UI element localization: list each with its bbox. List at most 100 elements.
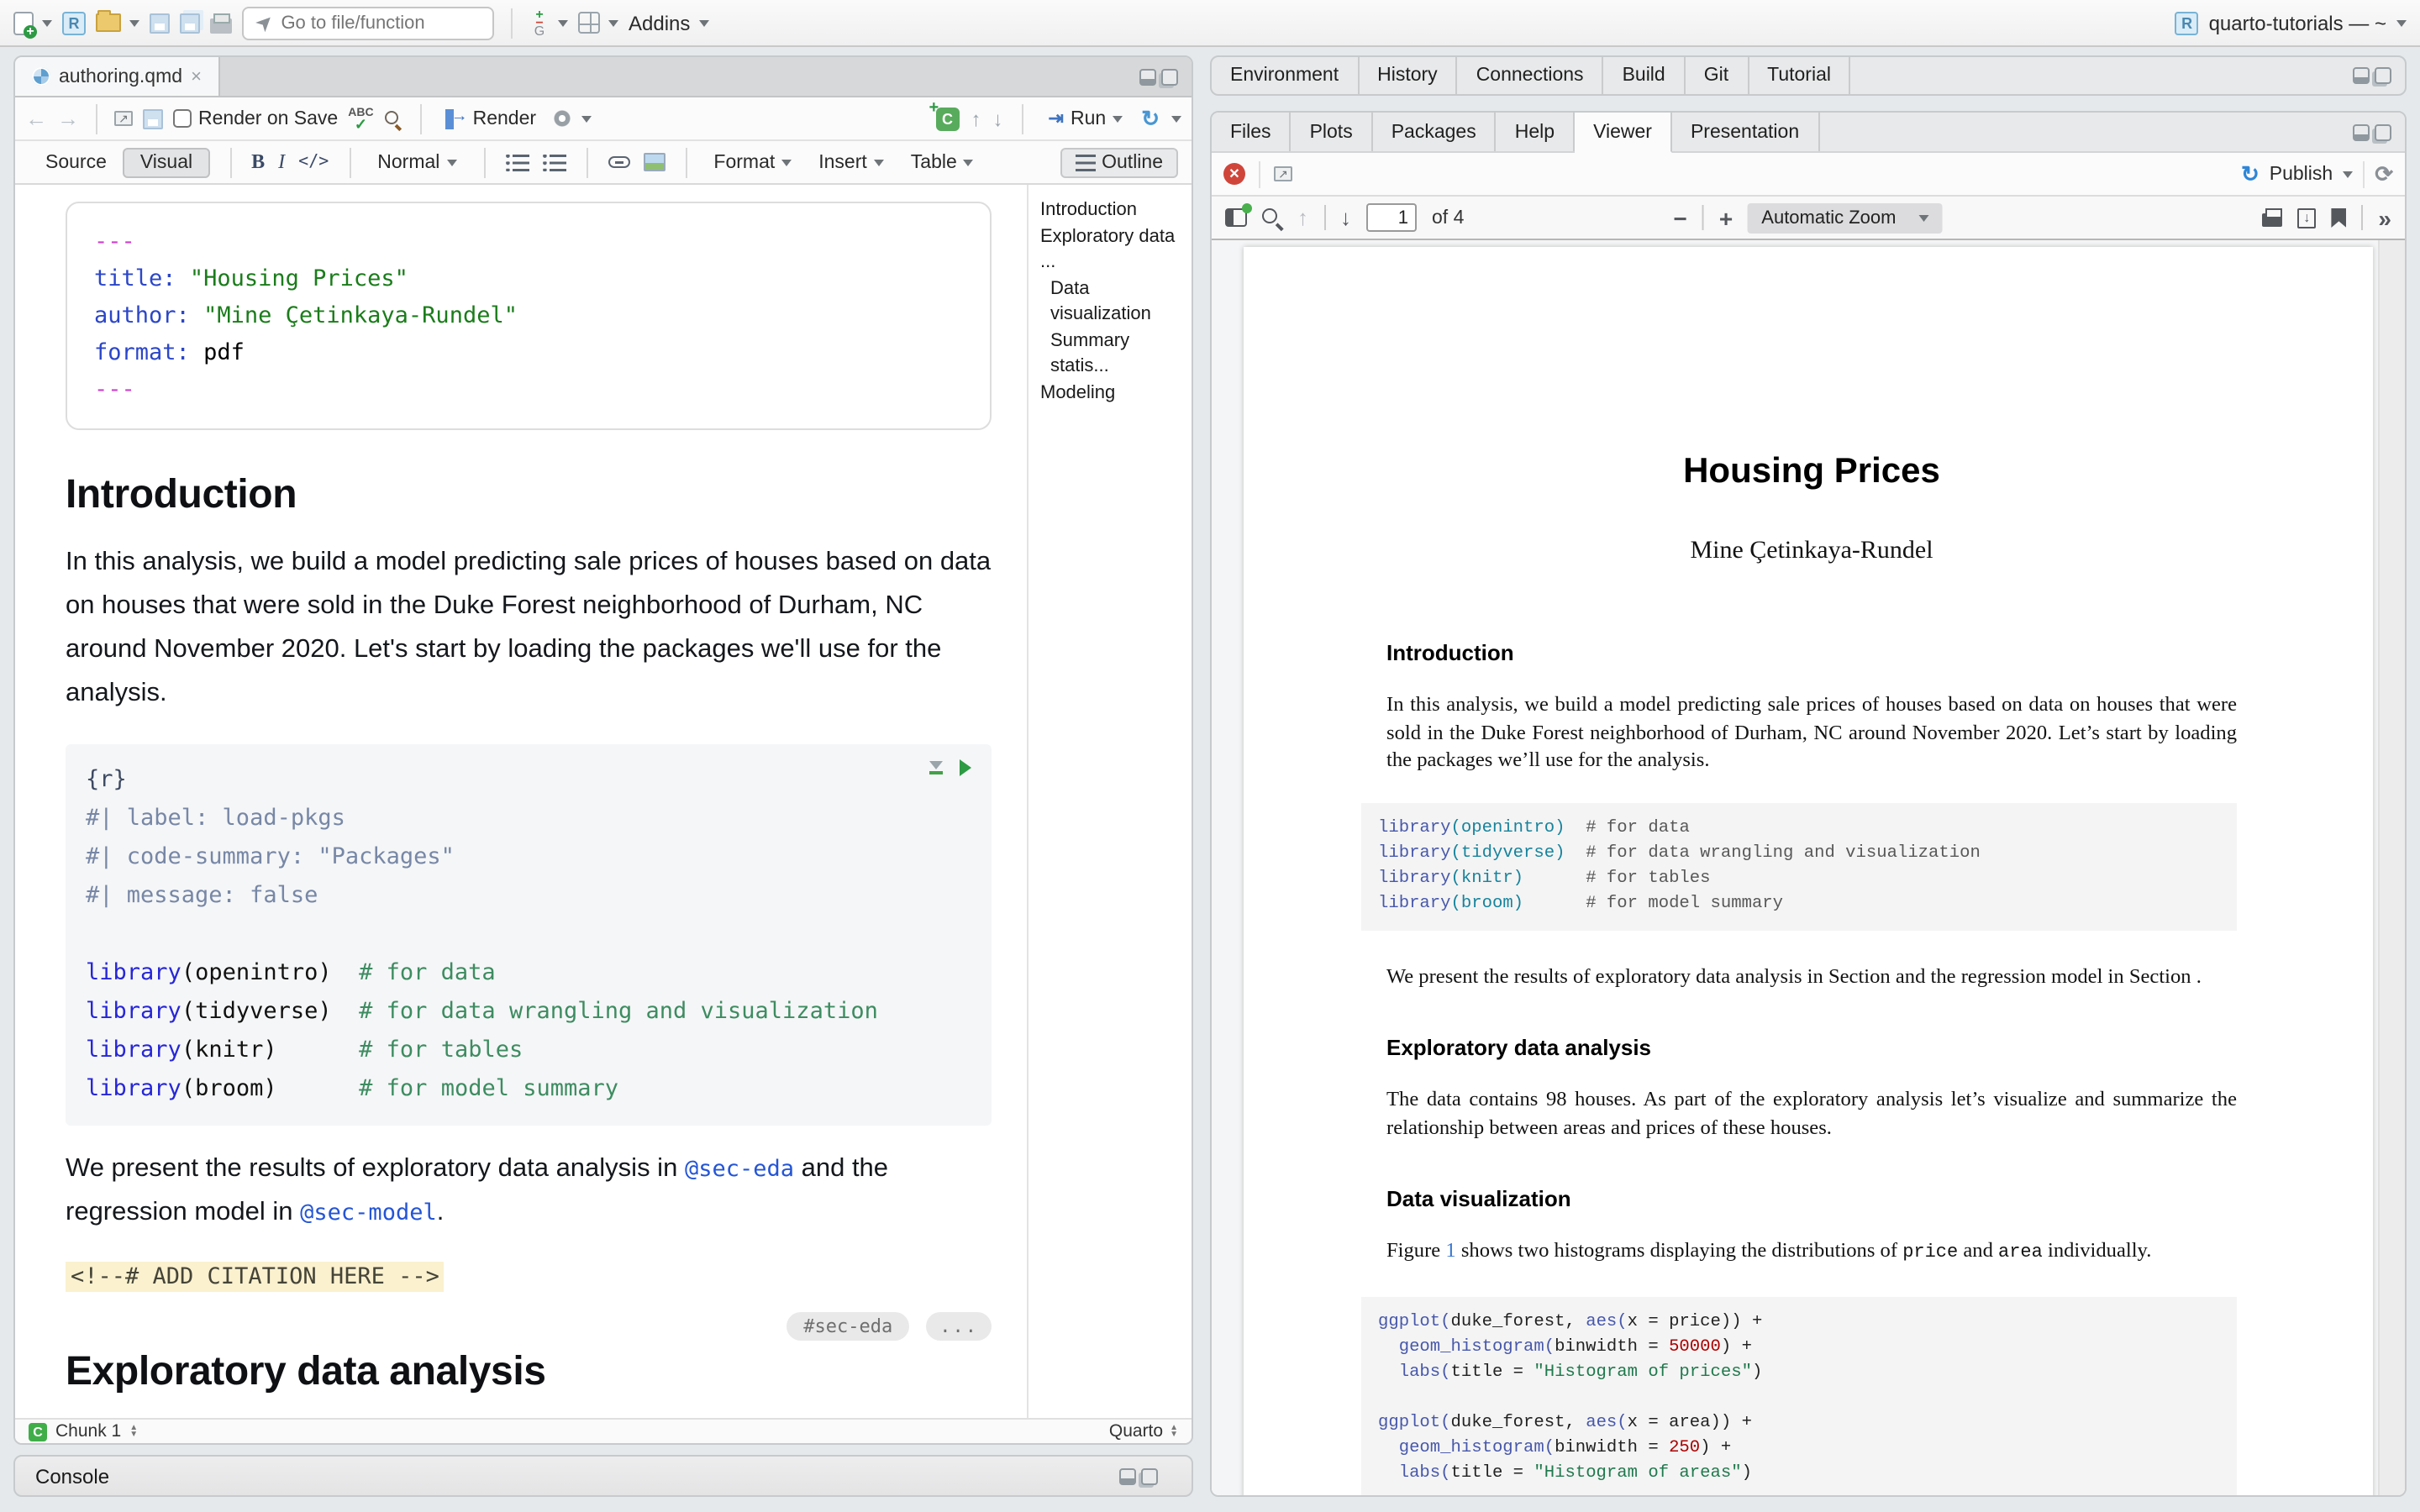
stop-icon[interactable]: ✕ <box>1223 163 1245 185</box>
chunk-position-label[interactable]: Chunk 1 <box>55 1421 121 1441</box>
tab-viewer[interactable]: Viewer <box>1575 113 1672 153</box>
outline-item-modeling[interactable]: Modeling <box>1040 381 1192 407</box>
tab-packages[interactable]: Packages <box>1373 113 1497 151</box>
rerun-icon[interactable]: ↻ <box>1141 105 1160 132</box>
back-button[interactable]: ← <box>25 106 47 131</box>
save-button[interactable] <box>150 13 170 33</box>
minimize-icon[interactable] <box>1119 1467 1136 1484</box>
tab-presentation[interactable]: Presentation <box>1672 113 1819 151</box>
sec-model-crossref[interactable]: @sec-model <box>300 1200 437 1226</box>
outline-toggle-button[interactable]: Outline <box>1060 147 1178 177</box>
pdf-sidebar-toggle[interactable] <box>1225 208 1247 227</box>
citation-comment[interactable]: <!--# ADD CITATION HERE --> <box>66 1262 445 1292</box>
pdf-tools-toggle[interactable]: » <box>2378 204 2391 231</box>
pdf-search-icon[interactable] <box>1262 207 1282 228</box>
pane-layout-button[interactable] <box>578 12 618 34</box>
chevron-down-icon[interactable] <box>581 115 592 122</box>
numbered-list-button[interactable] <box>542 154 566 171</box>
tab-build[interactable]: Build <box>1604 57 1686 94</box>
render-on-save-input[interactable] <box>173 109 192 128</box>
link-button[interactable] <box>608 156 629 168</box>
maximize-icon[interactable] <box>1161 68 1178 85</box>
maximize-icon[interactable] <box>2375 67 2391 84</box>
run-chunk-icon[interactable] <box>960 759 971 776</box>
insert-menu[interactable]: Insert <box>812 149 891 176</box>
outline-item-data-visualization[interactable]: Data visualization <box>1040 276 1192 328</box>
maximize-icon[interactable] <box>1141 1467 1158 1484</box>
tab-environment[interactable]: Environment <box>1212 57 1359 94</box>
format-nav-arrows[interactable]: ▲▼ <box>1170 1425 1178 1438</box>
insert-chunk-button[interactable]: C <box>936 107 960 130</box>
chevron-down-icon[interactable] <box>2343 171 2353 177</box>
sec-eda-crossref[interactable]: @sec-eda <box>685 1156 794 1183</box>
run-button[interactable]: ⇥Run <box>1042 104 1130 133</box>
pdf-viewer[interactable]: Housing Prices Mine Çetinkaya-Rundel Int… <box>1212 240 2405 1495</box>
tab-help[interactable]: Help <box>1497 113 1575 151</box>
addins-menu[interactable]: Addins <box>629 11 708 34</box>
find-replace-button[interactable] <box>384 108 404 129</box>
new-project-button[interactable]: R <box>62 11 86 34</box>
tab-files[interactable]: Files <box>1212 113 1292 151</box>
print-button[interactable] <box>210 13 232 33</box>
outline-item-introduction[interactable]: Introduction <box>1040 198 1192 224</box>
zoom-level-select[interactable]: Automatic Zoom <box>1748 202 1943 233</box>
bold-button[interactable]: B <box>251 150 265 175</box>
minimize-icon[interactable] <box>2353 67 2370 84</box>
run-chunks-above-icon[interactable] <box>929 761 943 775</box>
version-control-button[interactable]: +−G <box>529 11 568 34</box>
visual-editor-document[interactable]: --- title: "Housing Prices" author: "Min… <box>66 202 992 1418</box>
tab-git[interactable]: Git <box>1686 57 1749 94</box>
italic-button[interactable]: I <box>278 150 285 175</box>
save-all-button[interactable] <box>180 13 200 33</box>
goto-file-input[interactable] <box>281 13 466 33</box>
zoom-out-button[interactable]: − <box>1674 204 1687 231</box>
pdf-next-page-button[interactable]: ↓ <box>1340 205 1351 230</box>
render-on-save-checkbox[interactable]: Render on Save <box>173 108 338 129</box>
tab-authoring-qmd[interactable]: authoring.qmd × <box>15 57 220 96</box>
table-menu[interactable]: Table <box>904 149 981 176</box>
project-menu-caret[interactable] <box>2396 19 2407 26</box>
section-id-badge[interactable]: #sec-eda <box>786 1312 909 1341</box>
save-icon[interactable] <box>143 108 163 129</box>
go-next-section-button[interactable]: ↓ <box>993 107 1003 130</box>
document-format-label[interactable]: Quarto <box>1109 1421 1163 1441</box>
source-mode-button[interactable]: Source <box>29 147 124 177</box>
pdf-download-icon[interactable]: ↓ <box>2297 207 2316 228</box>
new-file-button[interactable]: + <box>13 11 52 34</box>
chevron-down-icon[interactable] <box>1171 115 1181 122</box>
forward-button[interactable]: → <box>57 106 79 131</box>
console-title[interactable]: Console <box>35 1464 109 1488</box>
pdf-scrollbar[interactable] <box>2378 240 2405 1495</box>
pdf-print-icon[interactable] <box>2262 213 2282 227</box>
gear-icon[interactable] <box>553 109 571 128</box>
zoom-in-button[interactable]: + <box>1719 204 1733 231</box>
tab-tutorial[interactable]: Tutorial <box>1749 57 1851 94</box>
yaml-metadata-block[interactable]: --- title: "Housing Prices" author: "Min… <box>66 202 992 430</box>
chunk-nav-arrows[interactable]: ▲▼ <box>129 1425 138 1438</box>
tab-plots[interactable]: Plots <box>1292 113 1373 151</box>
figure-crossref-link[interactable]: 1 <box>1445 1238 1455 1262</box>
image-button[interactable] <box>643 153 665 171</box>
render-button[interactable]: Render <box>439 105 543 132</box>
minimize-icon[interactable] <box>1139 68 1156 85</box>
close-icon[interactable]: × <box>191 66 202 87</box>
goto-file-search[interactable]: ➤ <box>242 6 494 39</box>
open-file-button[interactable] <box>96 13 139 32</box>
go-prev-section-button[interactable]: ↑ <box>971 107 981 130</box>
open-new-window-button[interactable]: ↗ <box>1274 166 1292 181</box>
code-format-button[interactable]: </> <box>298 153 329 171</box>
section-more-button[interactable]: ... <box>926 1312 992 1341</box>
block-format-select[interactable]: Normal <box>371 149 463 176</box>
bullet-list-button[interactable] <box>505 154 529 171</box>
outline-item-eda[interactable]: Exploratory data ... <box>1040 224 1192 276</box>
format-menu[interactable]: Format <box>707 149 798 176</box>
outline-item-summary-statistics[interactable]: Summary statis... <box>1040 328 1192 381</box>
tab-connections[interactable]: Connections <box>1458 57 1604 94</box>
minimize-icon[interactable] <box>2353 123 2370 140</box>
visual-mode-button[interactable]: Visual <box>124 147 209 177</box>
pdf-page-input[interactable] <box>1366 203 1417 232</box>
spellcheck-button[interactable]: ABC✓ <box>348 108 373 129</box>
refresh-icon[interactable]: ⟳ <box>2375 160 2393 187</box>
pdf-prev-page-button[interactable]: ↑ <box>1297 205 1308 230</box>
pdf-bookmark-icon[interactable] <box>2331 207 2346 228</box>
